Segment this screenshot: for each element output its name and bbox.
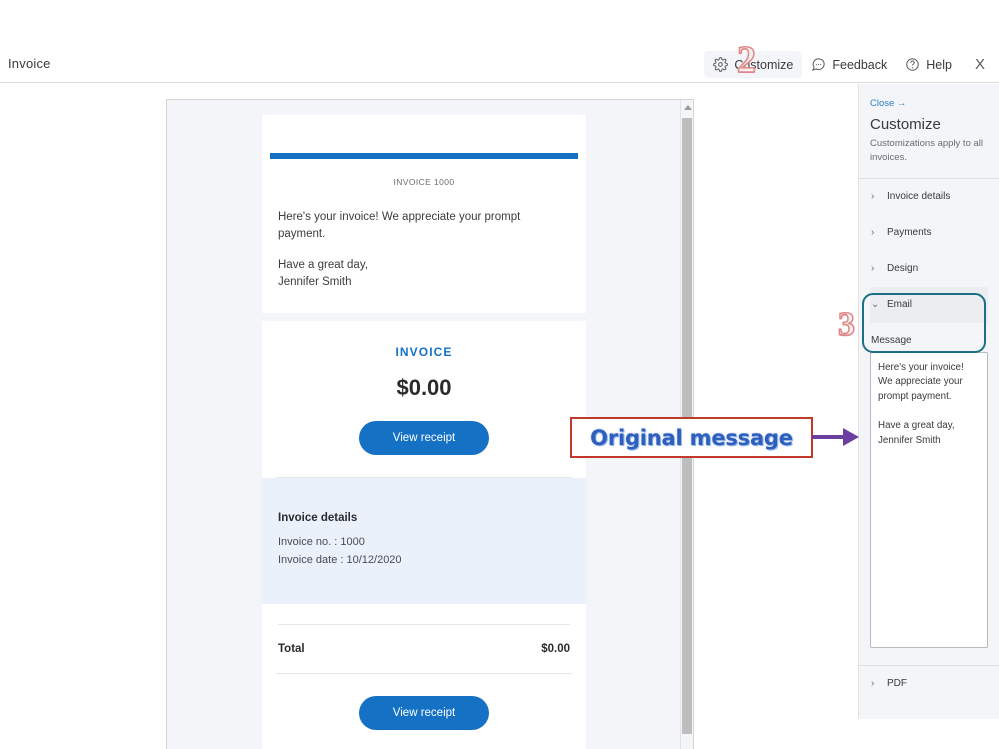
email-message-body: INVOICE 1000 Here's your invoice! We app… <box>262 159 586 313</box>
chevron-right-icon: › <box>871 227 875 238</box>
email-document: INVOICE 1000 Here's your invoice! We app… <box>262 115 586 749</box>
sidebar-title: Customize <box>870 116 941 133</box>
sidebar-subtitle: Customizations apply to all invoices. <box>870 138 983 164</box>
help-button[interactable]: Help <box>896 51 961 78</box>
message-textarea[interactable] <box>870 351 988 648</box>
chevron-right-icon: › <box>871 263 875 274</box>
message-field-label: Message <box>871 334 912 346</box>
invoice-type-label: INVOICE <box>395 344 453 359</box>
sidebar-item-invoice-details[interactable]: › Invoice details <box>870 179 988 215</box>
message-line-2: Have a great day, <box>278 259 368 272</box>
email-header-card: INVOICE 1000 Here's your invoice! We app… <box>262 115 586 313</box>
callout-label: Original message <box>590 425 793 450</box>
close-icon[interactable]: X <box>975 56 985 73</box>
total-amount: $0.00 <box>541 643 570 656</box>
callout-arrow <box>812 425 860 454</box>
annotation-step-2: 2 <box>736 38 757 82</box>
view-receipt-button-top[interactable]: View receipt <box>358 420 490 455</box>
feedback-label: Feedback <box>832 57 888 72</box>
help-label: Help <box>926 57 952 72</box>
sidebar-item-label: Payments <box>887 227 932 238</box>
view-receipt-row-top: View receipt <box>278 420 570 477</box>
page-title: Invoice <box>8 56 51 71</box>
header-spacer <box>262 115 586 153</box>
invoice-details-block: Invoice details Invoice no. : 1000 Invoi… <box>262 477 586 605</box>
sidebar-item-pdf[interactable]: › PDF <box>870 666 988 702</box>
invoice-date-line: Invoice date : 10/12/2020 <box>278 554 402 567</box>
sidebar-item-email[interactable]: ⌄ Email <box>870 286 988 323</box>
app-root: Invoice Customize Feedback Help X 2 INVO… <box>0 0 999 749</box>
message-line-3: Jennifer Smith <box>278 276 352 289</box>
sidebar-inner: Close → Customize Customizations apply t… <box>859 84 999 702</box>
total-row: Total $0.00 <box>278 643 570 655</box>
invoice-number-line: Invoice no. : 1000 <box>278 535 365 548</box>
top-bar: Invoice Customize Feedback Help X <box>0 0 999 83</box>
original-message-callout: Original message <box>570 417 813 458</box>
sidebar-item-payments[interactable]: › Payments <box>870 215 988 251</box>
sidebar-item-design[interactable]: › Design <box>870 251 988 287</box>
sidebar-close-link[interactable]: Close → <box>870 98 988 109</box>
view-receipt-button-bottom[interactable]: View receipt <box>358 696 490 731</box>
invoice-heading: INVOICE 1000 <box>393 177 455 187</box>
scroll-up-arrow-icon[interactable] <box>684 105 692 110</box>
question-circle-icon <box>905 57 920 72</box>
message-line-1: Here's your invoice! We appreciate your … <box>278 211 521 240</box>
total-divider <box>278 624 570 626</box>
chevron-down-icon: ⌄ <box>871 299 880 310</box>
invoice-amount: $0.00 <box>396 374 452 400</box>
total-label: Total <box>278 643 305 656</box>
invoice-summary-card: INVOICE $0.00 View receipt Invoice detai… <box>262 320 586 749</box>
gear-icon <box>713 57 729 72</box>
invoice-details-title: Invoice details <box>278 511 358 524</box>
chevron-right-icon: › <box>871 191 875 202</box>
invoice-total-block: Total $0.00 <box>262 604 586 673</box>
customize-sidebar: Close → Customize Customizations apply t… <box>858 84 999 719</box>
view-receipt-row-bottom: View receipt <box>262 674 586 749</box>
sidebar-item-label: Design <box>887 263 919 274</box>
feedback-button[interactable]: Feedback <box>802 51 896 78</box>
speech-bubble-icon <box>811 57 826 72</box>
sidebar-item-label: Invoice details <box>887 191 951 202</box>
invoice-summary-top: INVOICE $0.00 View receipt <box>262 321 586 477</box>
annotation-step-3: 3 <box>837 305 856 344</box>
sidebar-item-label: Email <box>887 299 913 310</box>
chevron-right-icon: › <box>871 678 875 689</box>
sidebar-item-label: PDF <box>887 678 907 689</box>
